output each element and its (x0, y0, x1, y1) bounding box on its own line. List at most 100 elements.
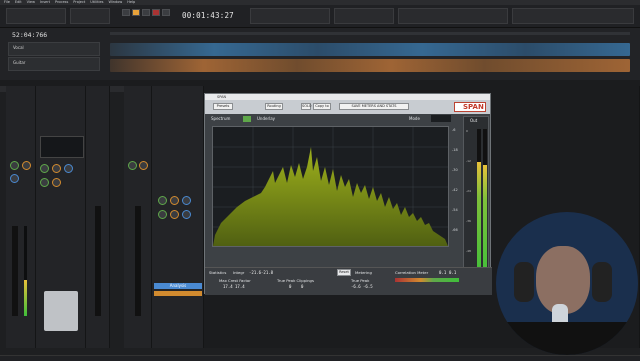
knob[interactable] (170, 196, 179, 205)
module-tools (70, 8, 110, 24)
mode-label: Mode (409, 116, 420, 121)
level-meter (24, 226, 27, 316)
play-icon[interactable] (142, 9, 150, 16)
fader[interactable] (12, 226, 18, 316)
true-peak-left: -6.6 (351, 284, 361, 289)
module-performance (398, 8, 508, 24)
track-name: Guitar (13, 60, 26, 65)
metering-label: Metering (355, 270, 372, 275)
channel-strip[interactable]: Analysis (152, 86, 204, 348)
channel-strip[interactable] (86, 86, 110, 348)
fader[interactable] (135, 206, 141, 316)
stop-icon[interactable] (132, 9, 140, 16)
knob[interactable] (182, 210, 191, 219)
out-tick: 0 (466, 129, 468, 133)
track-header[interactable]: Guitar (8, 57, 100, 71)
knob[interactable] (158, 196, 167, 205)
db-tick: -42 (452, 188, 458, 192)
span-logo: SPAN (454, 102, 486, 112)
knob[interactable] (40, 178, 49, 187)
knob[interactable] (128, 161, 137, 170)
max-crest-right: 17.4 (235, 284, 245, 289)
out-tick: -36 (466, 219, 471, 223)
channel-strip[interactable] (124, 86, 152, 348)
span-plugin-window[interactable]: SPAN Presets Routing SOLO Copy to SAVE M… (204, 93, 492, 295)
knob[interactable] (52, 178, 61, 187)
spectrum-header: Spectrum Underlay Mode (209, 115, 464, 124)
track-name: Vocal (13, 45, 24, 50)
reset-button[interactable]: Reset (337, 269, 351, 276)
track-header[interactable]: Vocal (8, 42, 100, 56)
loop-icon[interactable] (162, 9, 170, 16)
knob[interactable] (52, 164, 61, 173)
track-time-display: 52:04:766 (12, 31, 48, 39)
spectrum-label: Spectrum (211, 116, 231, 121)
db-scale: -6 -18 -30 -42 -54 -66 (452, 126, 460, 247)
corr-right: 0.1 (449, 270, 457, 275)
fader[interactable] (95, 206, 101, 316)
audio-clip-orange[interactable] (110, 59, 630, 72)
knob[interactable] (10, 161, 19, 170)
max-crest-left: 17.4 (223, 284, 233, 289)
channel-strip[interactable] (36, 86, 86, 348)
routing-button[interactable]: Routing (265, 103, 283, 110)
knob[interactable] (64, 164, 73, 173)
channel-strip[interactable] (6, 86, 36, 348)
spectrum-toggle[interactable] (243, 116, 251, 122)
tp-clip-left: 0 (289, 284, 292, 289)
statistics-label: Statistics (209, 270, 227, 275)
out-tick: -12 (466, 159, 471, 163)
eq-display[interactable] (40, 136, 84, 158)
record-icon[interactable] (152, 9, 160, 16)
audio-clip-blue[interactable] (110, 43, 630, 56)
time-display: 00:01:43:27 (182, 11, 234, 20)
knob[interactable] (22, 161, 31, 170)
plugin-toolbar: Presets Routing SOLO Copy to SAVE METERS… (205, 100, 490, 114)
knob[interactable] (170, 210, 179, 219)
true-peak-label: True Peak (351, 278, 370, 283)
headphone-left-icon (514, 262, 534, 302)
out-meter-right (483, 129, 487, 279)
db-tick: -30 (452, 168, 458, 172)
save-meters-button[interactable]: SAVE METERS AND STATS (339, 103, 409, 110)
module-mix (334, 8, 394, 24)
copy-button[interactable]: Copy to (313, 103, 331, 110)
underlay-label: Underlay (257, 116, 276, 121)
webcam-overlay (496, 212, 638, 355)
out-label: Out (470, 118, 478, 123)
out-tick: -24 (466, 189, 471, 193)
mode-select[interactable] (431, 115, 451, 122)
out-meter-left (477, 129, 481, 279)
plugin-thumbnail[interactable] (44, 291, 78, 331)
correlation-meter (395, 278, 459, 282)
true-peak-right: -6.5 (363, 284, 373, 289)
module-control (512, 8, 634, 24)
presenter-body (496, 322, 638, 355)
integr-right: -21.8 (261, 270, 274, 275)
knob[interactable] (139, 161, 148, 170)
spectrum-display[interactable] (212, 126, 449, 247)
knob[interactable] (158, 210, 167, 219)
timeline-ruler[interactable] (110, 32, 630, 35)
analysis-button[interactable]: Analysis (154, 283, 202, 289)
db-tick: -54 (452, 208, 458, 212)
knob[interactable] (40, 164, 49, 173)
integr-label: Integr (233, 270, 245, 275)
db-tick: -66 (452, 228, 458, 232)
insert-slot[interactable] (154, 291, 202, 296)
headphone-right-icon (592, 262, 612, 302)
integr-left: -21.6 (249, 270, 262, 275)
correlation-label: Correlation Meter (395, 270, 429, 275)
corr-left: 0.1 (439, 270, 447, 275)
solo-button[interactable]: SOLO (301, 103, 312, 110)
db-tick: -18 (452, 148, 458, 152)
knob[interactable] (10, 174, 19, 183)
track-view: 52:04:766 Vocal Guitar (0, 28, 640, 80)
rewind-icon[interactable] (122, 9, 130, 16)
module-markers (250, 8, 330, 24)
knob[interactable] (182, 196, 191, 205)
output-meter-panel: Out 0 -12 -24 -36 -48 (463, 116, 489, 289)
status-bar (0, 355, 640, 361)
module-left (6, 8, 66, 24)
presets-button[interactable]: Presets (213, 103, 233, 110)
